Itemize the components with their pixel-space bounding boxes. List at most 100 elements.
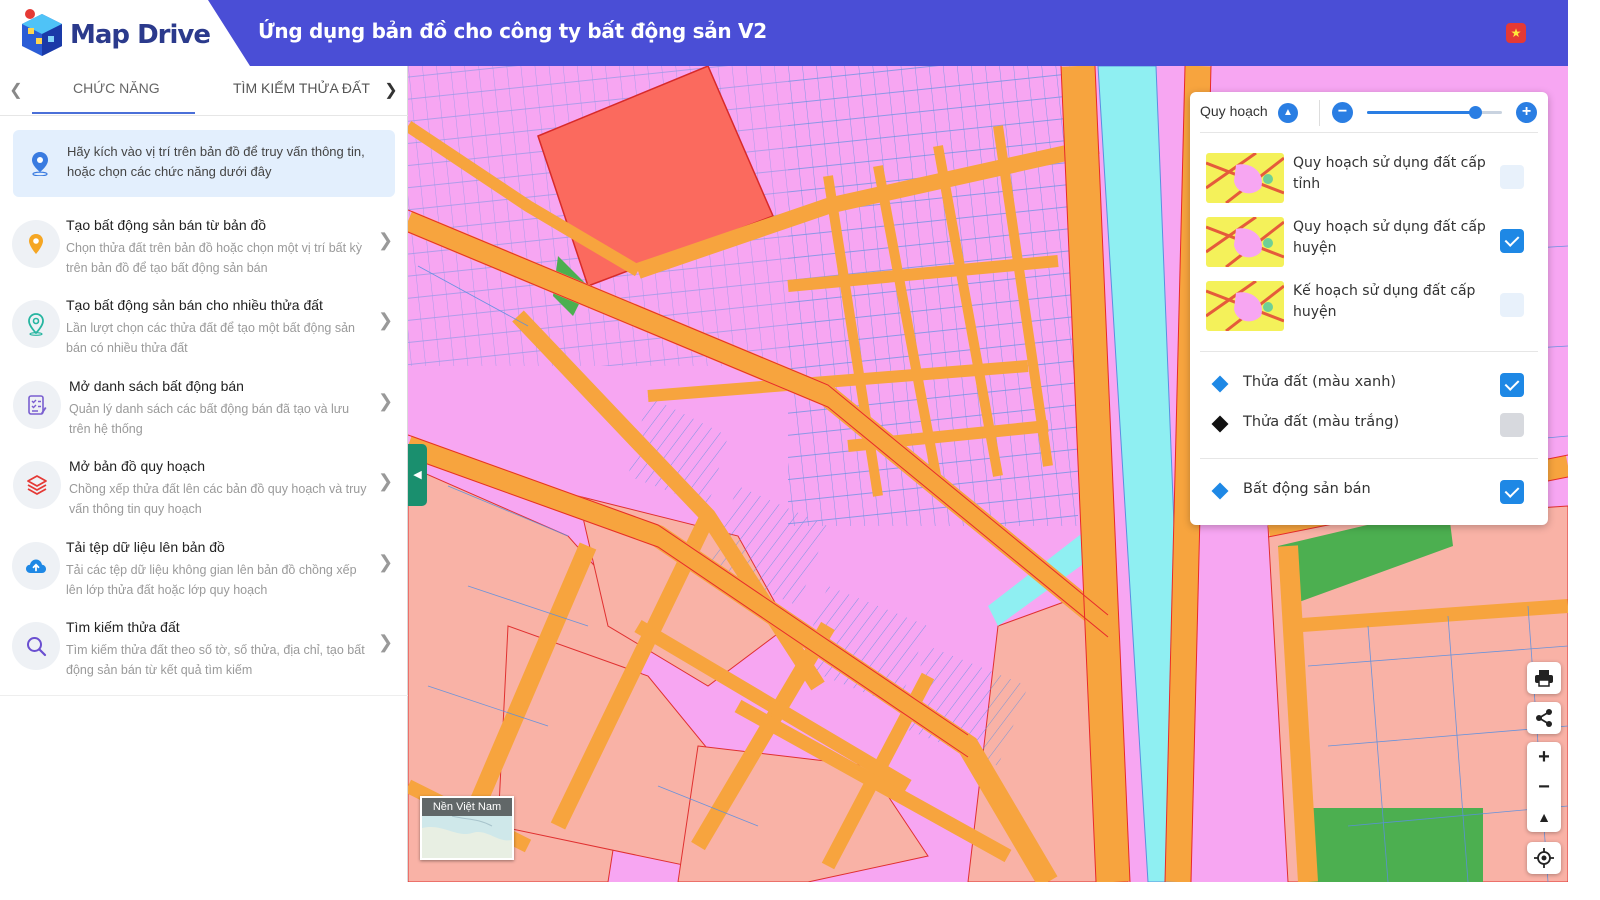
checklist-icon [28,395,47,415]
chevron-right-icon: ❯ [378,552,394,572]
plan-checkbox-province[interactable] [1500,165,1524,189]
layers-icon [27,475,47,495]
layer-checkbox-parcel-blue[interactable] [1500,373,1524,397]
menu-item-title: Tìm kiếm thửa đất [66,619,180,635]
zoom-controls: + − ▲ [1527,742,1561,832]
plan-thumbnail-icon [1206,281,1284,331]
app-title: Ứng dụng bản đồ cho công ty bất động sản… [258,19,767,43]
menu-icon-bg [12,220,60,268]
layer-row-parcel-blue[interactable]: Thửa đất (màu xanh) [1190,370,1548,400]
menu-item-title: Tạo bất động sản bán cho nhiều thửa đất [66,297,323,313]
panel-divider [1200,132,1538,133]
menu-item-title: Tạo bất động sản bán từ bản đồ [66,217,267,233]
chevron-right-icon: ❯ [378,230,394,250]
opacity-slider-knob[interactable] [1469,106,1482,119]
locate-icon [1534,848,1554,868]
chevron-right-icon: ❯ [378,471,394,491]
active-tab-indicator [32,112,195,114]
sidebar: ❮ CHỨC NĂNG TÌM KIẾM THỬA ĐẤT ❯ Hãy kích… [0,66,408,882]
menu-icon-bg [12,300,60,348]
info-text: Hãy kích vào vị trí trên bản đồ để truy … [67,144,365,179]
plan-row-district[interactable]: Quy hoạch sử dụng đất cấp huyện [1190,214,1548,270]
layer-label: Thửa đất (màu xanh) [1243,374,1397,390]
menu-item-open-sale-list[interactable]: Mở danh sách bất động bán Quản lý danh s… [0,373,408,445]
opacity-plus-button[interactable]: + [1516,102,1537,123]
panel-divider [1200,351,1538,352]
panel-divider [1319,100,1320,126]
menu-item-title: Mở danh sách bất động bán [69,378,244,394]
menu-item-create-multi-parcel[interactable]: Tạo bất động sản bán cho nhiều thửa đất … [0,292,408,364]
basemap-switcher[interactable]: Nền Việt Nam [420,796,514,860]
menu-item-desc: Tải các tệp dữ liệu không gian lên bản đ… [66,563,357,597]
plan-checkbox-district-plan[interactable] [1500,293,1524,317]
plan-thumbnail-icon [1206,153,1284,203]
layer-checkbox-parcel-white[interactable] [1500,413,1524,437]
menu-icon-bg [12,542,60,590]
chevron-up-icon[interactable]: ▲ [1278,103,1298,123]
plan-label: Quy hoạch sử dụng đất cấp tỉnh [1293,155,1486,192]
map-pin-info-icon [32,152,48,176]
menu-icon-bg [12,622,60,670]
layer-row-parcel-white[interactable]: Thửa đất (màu trắng) [1190,410,1548,440]
tab-functions[interactable]: CHỨC NĂNG [73,80,160,96]
plan-label: Quy hoạch sử dụng đất cấp huyện [1293,219,1486,256]
sidebar-tabs: ❮ CHỨC NĂNG TÌM KIẾM THỬA ĐẤT ❯ [0,66,408,116]
vietnam-flag-icon[interactable]: ★ [1506,23,1526,43]
plan-checkbox-district[interactable] [1500,229,1524,253]
menu-item-title: Mở bản đồ quy hoạch [69,458,206,474]
tab-search-parcel[interactable]: TÌM KIẾM THỬA ĐẤT [233,80,370,96]
menu-item-title: Tải tệp dữ liệu lên bản đồ [66,539,225,555]
plan-thumbnail-icon [1206,217,1284,267]
info-box: Hãy kích vào vị trí trên bản đồ để truy … [13,130,395,197]
menu-item-upload-data[interactable]: Tải tệp dữ liệu lên bản đồ Tải các tệp d… [0,534,408,606]
diamond-blue-icon [1211,482,1229,500]
layer-label: Thửa đất (màu trắng) [1243,414,1400,430]
layer-row-real-estate[interactable]: Bất động sản bán [1190,477,1548,507]
layer-panel: Quy hoạch ▲ − + Quy hoạch sử dụng đất cấ… [1190,92,1548,525]
share-icon [1536,709,1552,727]
map-pin-outline-teal-icon [28,313,44,336]
plan-row-province[interactable]: Quy hoạch sử dụng đất cấp tỉnh [1190,150,1548,206]
layer-label: Bất động sản bán [1243,481,1371,497]
layer-panel-title: Quy hoạch [1200,103,1268,119]
menu-item-open-planning-map[interactable]: Mở bản đồ quy hoạch Chồng xếp thửa đất l… [0,453,408,525]
green-zone [1303,808,1483,882]
compass-icon[interactable]: ▲ [1527,802,1561,832]
tabs-divider [0,115,408,116]
menu-icon-bg [13,381,61,429]
print-icon [1535,670,1553,687]
layer-checkbox-real-estate[interactable] [1500,480,1524,504]
opacity-minus-button[interactable]: − [1332,102,1353,123]
logo-area[interactable]: Map Drive [0,0,250,66]
plan-row-district-plan[interactable]: Kế hoạch sử dụng đất cấp huyện [1190,278,1548,334]
zoom-in-icon[interactable]: + [1527,742,1561,772]
tab-scroll-right-icon[interactable]: ❯ [380,78,402,104]
locate-button[interactable] [1527,842,1561,874]
diamond-black-icon [1211,415,1229,433]
menu-item-desc: Tìm kiếm thửa đất theo số tờ, số thửa, đ… [66,643,365,677]
sidebar-collapse-handle[interactable]: ◀ [408,444,427,506]
share-button[interactable] [1527,702,1561,734]
zoom-out-icon[interactable]: − [1527,772,1561,802]
print-button[interactable] [1527,662,1561,694]
search-icon [27,637,47,657]
menu-icon-bg [13,461,61,509]
chevron-right-icon: ❯ [378,632,394,652]
menu-item-desc: Chọn thửa đất trên bản đồ hoặc chọn một … [66,241,363,275]
tab-scroll-left-icon[interactable]: ❮ [5,78,27,104]
chevron-right-icon: ❯ [378,310,394,330]
basemap-label: Nền Việt Nam [422,798,512,816]
logo-text: Map Drive [70,20,211,50]
menu-item-search-parcel[interactable]: Tìm kiếm thửa đất Tìm kiếm thửa đất theo… [0,614,408,686]
logo-cube-icon [22,9,62,56]
opacity-slider[interactable] [1367,106,1502,119]
menu-item-desc: Chồng xếp thửa đất lên các bản đồ quy ho… [69,482,367,516]
opacity-slider-fill [1367,111,1475,114]
plan-label: Kế hoạch sử dụng đất cấp huyện [1293,283,1476,320]
cloud-upload-icon [26,559,46,573]
menu-item-desc: Quản lý danh sách các bất động bán đã tạ… [69,402,350,436]
map-pin-orange-icon [29,234,43,254]
sidebar-divider [0,695,408,696]
menu-item-create-from-map[interactable]: Tạo bất động sản bán từ bản đồ Chọn thửa… [0,212,408,284]
chevron-right-icon: ❯ [378,391,394,411]
